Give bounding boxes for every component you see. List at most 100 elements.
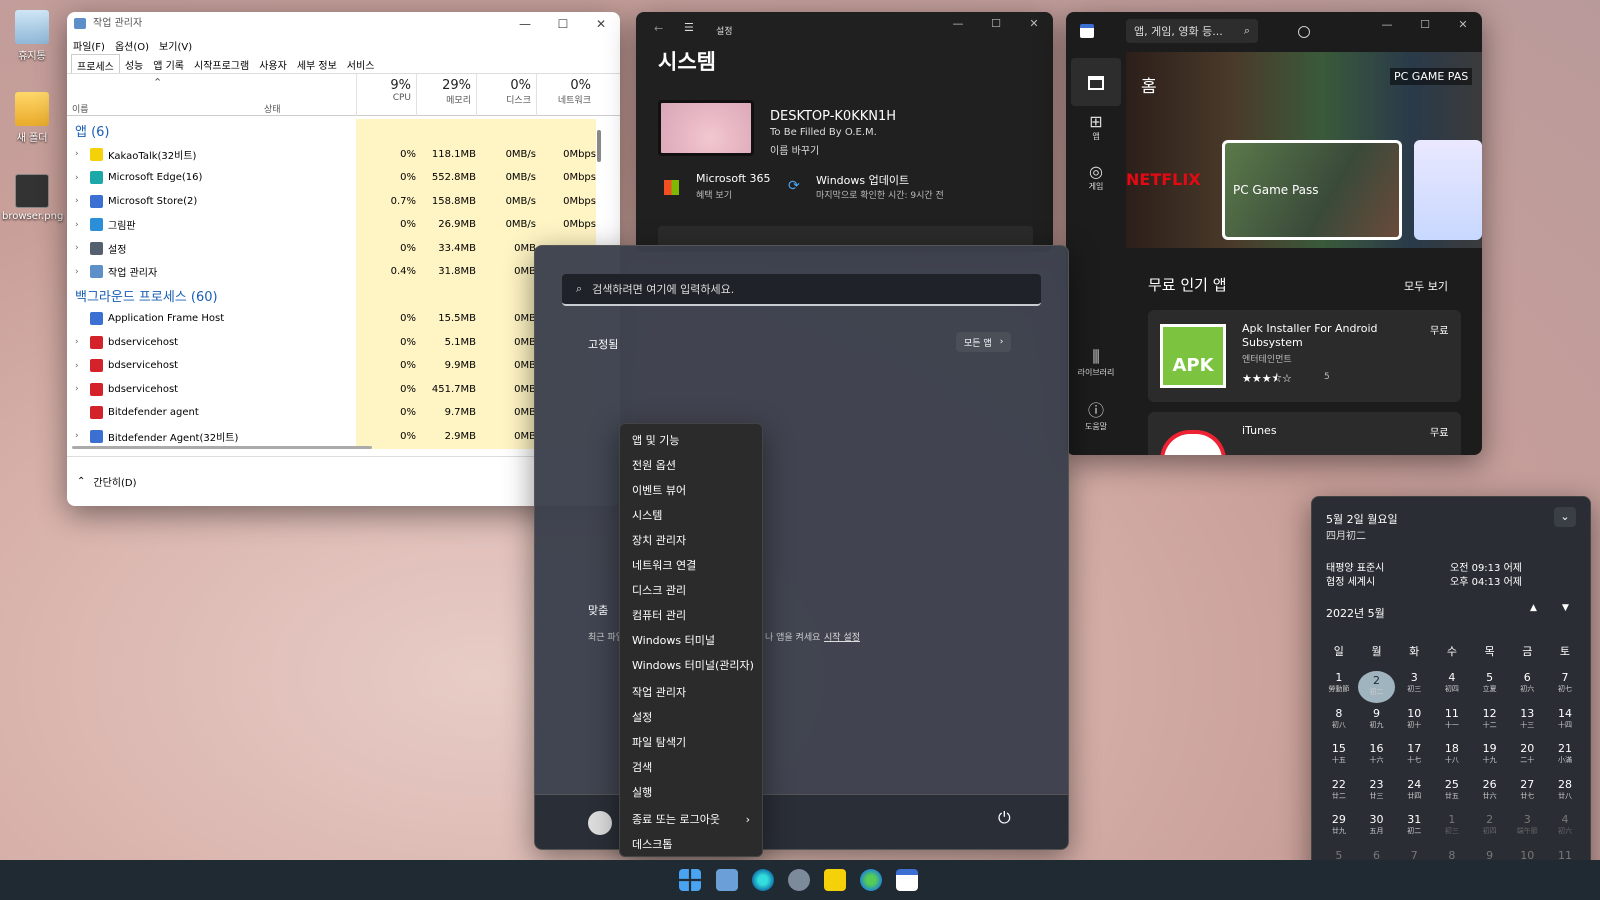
expand-arrow-icon[interactable]: ›	[75, 196, 79, 206]
context-item[interactable]: 장치 관리자	[620, 528, 762, 553]
calendar-day[interactable]: 27 廿七	[1508, 778, 1546, 814]
expand-arrow-icon[interactable]: ›	[75, 243, 79, 253]
app-card-itunes[interactable]: iTunes 무료	[1148, 412, 1461, 455]
minimize-button[interactable]: —	[1368, 18, 1406, 31]
calendar-day[interactable]: 1 初三	[1433, 813, 1471, 849]
col-memory[interactable]: 29% 메모리	[416, 74, 476, 116]
process-row[interactable]: › KakaoTalk(32비트) 0% 118.1MB 0MB/s 0Mbps	[67, 143, 597, 167]
minimize-button[interactable]: —	[506, 12, 544, 36]
m365-title[interactable]: Microsoft 365	[696, 172, 771, 185]
process-row[interactable]: › Microsoft Store(2) 0.7% 158.8MB 0MB/s 0Mbps	[67, 190, 597, 214]
calendar-day[interactable]: 21 小滿	[1546, 742, 1584, 778]
nav-help[interactable]: ⓘ 도움말	[1071, 397, 1121, 432]
close-button[interactable]: ✕	[1015, 17, 1053, 30]
month-heading[interactable]: 2022년 5월	[1326, 605, 1385, 621]
context-item[interactable]: 설정	[620, 705, 762, 730]
tab-details[interactable]: 세부 정보	[292, 54, 342, 73]
process-row[interactable]: Bitdefender agent 0% 9.7MB 0MB	[67, 401, 597, 425]
expand-arrow-icon[interactable]: ›	[75, 267, 79, 277]
expand-arrow-icon[interactable]: ›	[75, 149, 79, 159]
store-taskbar-icon[interactable]	[896, 869, 918, 891]
calendar-day[interactable]: 11 十一	[1433, 707, 1471, 743]
image-file-icon[interactable]: browser.png	[2, 174, 63, 222]
edge-taskbar-icon[interactable]	[752, 869, 774, 891]
game-pass-card[interactable]: PC Game Pass	[1222, 140, 1402, 240]
calendar-day[interactable]: 3 端午節	[1508, 813, 1546, 849]
context-item[interactable]: 네트워크 연결	[620, 553, 762, 578]
close-button[interactable]: ✕	[1444, 18, 1482, 31]
maximize-button[interactable]: ☐	[977, 17, 1015, 30]
calendar-day[interactable]: 2 初四	[1471, 813, 1509, 849]
tab-processes[interactable]: 프로세스	[71, 54, 120, 73]
calendar-day[interactable]: 30 五月	[1358, 813, 1396, 849]
process-row[interactable]: › Microsoft Edge(16) 0% 552.8MB 0MB/s 0Mbps	[67, 166, 597, 190]
menu-options[interactable]: 옵션(O)	[115, 38, 149, 53]
calendar-day[interactable]: 8 初八	[1320, 707, 1358, 743]
calendar-day[interactable]: 13 十三	[1508, 707, 1546, 743]
context-item[interactable]: 이벤트 뷰어	[620, 478, 762, 503]
calendar-day[interactable]: 2 初二	[1357, 671, 1396, 703]
start-search-box[interactable]: ⌕ 검색하려면 여기에 입력하세요.	[562, 274, 1041, 306]
calendar-day[interactable]: 10 初十	[1395, 707, 1433, 743]
context-item[interactable]: Windows 터미널(관리자)	[620, 653, 762, 678]
col-disk[interactable]: 0% 디스크	[476, 74, 536, 116]
calendar-day[interactable]: 6 初六	[1508, 671, 1546, 707]
calendar-day[interactable]: 14 十四	[1546, 707, 1584, 743]
rename-link[interactable]: 이름 바꾸기	[770, 142, 819, 157]
expand-arrow-icon[interactable]: ›	[75, 337, 79, 347]
browser-taskbar-icon[interactable]	[860, 869, 882, 891]
nav-library[interactable]: ⫼ 라이브러리	[1071, 347, 1121, 378]
maximize-button[interactable]: ☐	[1406, 18, 1444, 31]
next-month-icon[interactable]: ▼	[1562, 603, 1569, 613]
m365-promo-card[interactable]	[1414, 140, 1482, 240]
vertical-scrollbar[interactable]	[597, 130, 601, 162]
process-row[interactable]: Application Frame Host 0% 15.5MB 0MB	[67, 307, 597, 331]
calendar-day[interactable]: 28 廿八	[1546, 778, 1584, 814]
calendar-day[interactable]: 18 十八	[1433, 742, 1471, 778]
tab-startup[interactable]: 시작프로그램	[189, 54, 254, 73]
context-item[interactable]: Windows 터미널	[620, 628, 762, 653]
calendar-day[interactable]: 17 十七	[1395, 742, 1433, 778]
process-row[interactable]: › bdservicehost 0% 451.7MB 0MB	[67, 378, 597, 402]
col-cpu[interactable]: 9% CPU	[356, 74, 416, 116]
context-item[interactable]: 컴퓨터 관리	[620, 603, 762, 628]
calendar-day[interactable]: 7 初七	[1546, 671, 1584, 707]
search-icon[interactable]: ⌕	[1244, 24, 1250, 38]
sort-arrow-icon[interactable]: ⌃	[153, 76, 162, 89]
expand-arrow-icon[interactable]: ›	[75, 384, 79, 394]
context-item[interactable]: 전원 옵션	[620, 453, 762, 478]
hamburger-icon[interactable]: ☰	[684, 21, 694, 34]
calendar-day[interactable]: 12 十二	[1471, 707, 1509, 743]
calendar-day[interactable]: 20 二十	[1508, 742, 1546, 778]
context-item[interactable]: 작업 관리자	[620, 680, 762, 705]
user-avatar[interactable]	[588, 811, 612, 835]
calendar-day[interactable]: 5 立夏	[1471, 671, 1509, 707]
process-row[interactable]: › 작업 관리자 0.4% 31.8MB 0MB	[67, 260, 597, 284]
recycle-bin-icon[interactable]: 휴지통	[2, 10, 62, 62]
context-item[interactable]: 디스크 관리	[620, 578, 762, 603]
col-name[interactable]: 이름	[72, 102, 89, 115]
all-apps-button[interactable]: 모든 앱 ›	[956, 332, 1012, 352]
kakaotalk-taskbar-icon[interactable]	[824, 869, 846, 891]
app-card-apk[interactable]: APK Apk Installer For Android Subsystem …	[1148, 310, 1461, 402]
context-item[interactable]: 실행	[620, 780, 762, 805]
col-status[interactable]: 상태	[264, 102, 281, 115]
expand-arrow-icon[interactable]: ›	[75, 361, 79, 371]
horizontal-scrollbar[interactable]	[72, 446, 372, 449]
nav-apps[interactable]: ⊞ 앱	[1071, 112, 1121, 142]
calendar-day[interactable]: 15 十五	[1320, 742, 1358, 778]
nav-games[interactable]: ◎ 게임	[1071, 162, 1121, 192]
calendar-day[interactable]: 4 初四	[1433, 671, 1471, 707]
calendar-day[interactable]: 3 初三	[1395, 671, 1433, 707]
calendar-day[interactable]: 31 初二	[1395, 813, 1433, 849]
menu-file[interactable]: 파일(F)	[73, 38, 105, 53]
expand-arrow-icon[interactable]: ›	[75, 173, 79, 183]
back-arrow-icon[interactable]: ←	[654, 22, 663, 35]
process-row[interactable]: › bdservicehost 0% 9.9MB 0MB	[67, 354, 597, 378]
collapse-chevron-icon[interactable]: ⌄	[1554, 507, 1576, 527]
context-item[interactable]: 종료 또는 로그아웃 ›	[620, 807, 762, 832]
windows-update-title[interactable]: Windows 업데이트	[816, 172, 909, 188]
process-row[interactable]: › Bitdefender Agent(32비트) 0% 2.9MB 0MB	[67, 425, 597, 449]
close-button[interactable]: ✕	[582, 12, 620, 36]
calendar-day[interactable]: 24 廿四	[1395, 778, 1433, 814]
